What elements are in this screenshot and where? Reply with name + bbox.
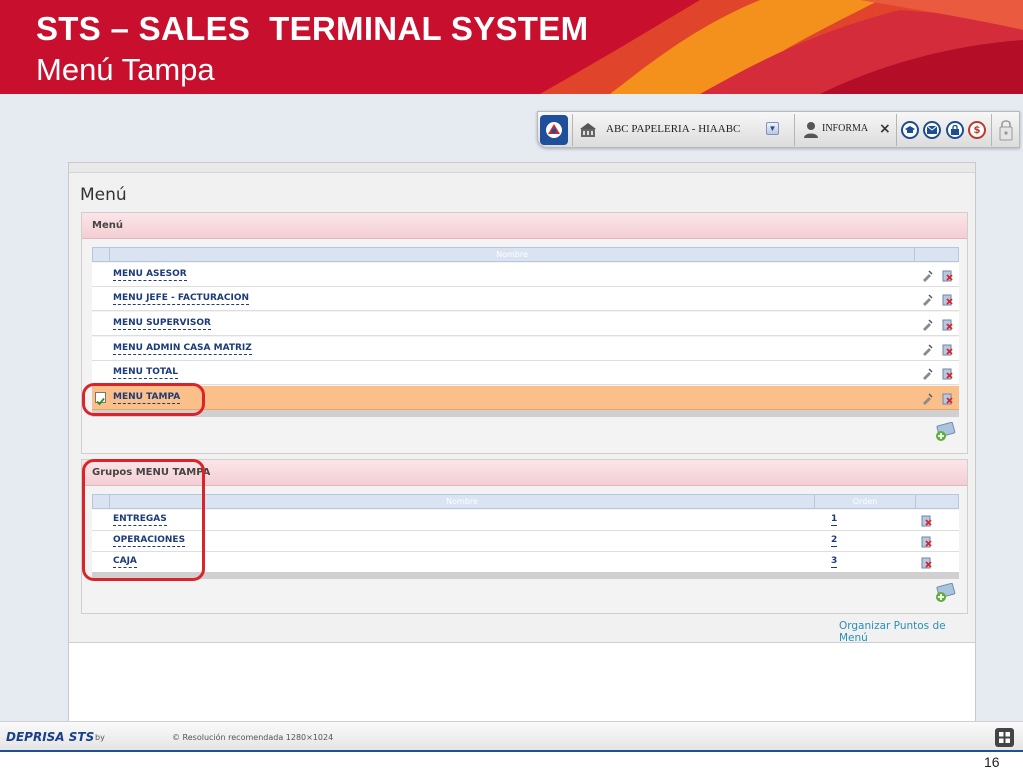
slide-subtitle: Menú Tampa [36,52,215,87]
table-row[interactable]: ENTREGAS 1 [92,510,959,531]
footer-by-text: by [95,733,105,742]
delete-icon[interactable] [941,269,953,282]
edit-icon[interactable] [921,269,933,282]
dollar-icon[interactable]: $ [968,121,986,139]
edit-icon[interactable] [921,392,933,405]
groups-grid-footer [92,572,959,579]
graduation-icon[interactable] [901,121,919,139]
menu-name-link[interactable]: MENU TOTAL [113,367,179,379]
slide-page-number: 16 [984,754,1000,770]
toolbar-divider [794,114,795,146]
menu-grid-header: Nombre [92,247,959,262]
menu-section: Menú Nombre MENU ASESOR MENU JEFE - FACTU… [81,212,968,454]
top-toolbar: ABC PAPELERIA - HIAABC ▼ INFORMA × $ [537,111,1020,148]
delete-icon[interactable] [920,556,932,569]
delete-icon[interactable] [920,535,932,548]
groups-section-header: Grupos MENU TAMPA [82,460,967,486]
table-row[interactable]: MENU ADMIN CASA MATRIZ [92,337,959,361]
delete-icon[interactable] [941,367,953,380]
building-icon [579,122,597,138]
slide-header: STS – SALES TERMINAL SYSTEM Menú Tampa [0,0,1023,94]
table-row[interactable]: MENU JEFE - FACTURACION [92,287,959,311]
table-row[interactable]: CAJA 3 [92,552,959,573]
app-footer: DEPRISA STS by © Resolución recomendada … [0,721,1023,751]
callout-groups [82,459,205,581]
column-divider [914,248,915,261]
group-order-link[interactable]: 3 [831,556,838,568]
delete-icon[interactable] [920,514,932,527]
delete-icon[interactable] [941,318,953,331]
edit-icon[interactable] [921,318,933,331]
add-group-icon[interactable] [934,582,956,603]
edit-icon[interactable] [921,367,933,380]
add-menu-icon[interactable] [934,421,956,442]
groups-grid-header: Nombre Orden [92,494,959,509]
edit-icon[interactable] [921,293,933,306]
company-dropdown-icon[interactable]: ▼ [766,122,779,135]
lock-icon[interactable] [946,121,964,139]
user-name: INFORMA [822,123,869,134]
page-heading: Menú [80,185,127,205]
organize-menu-link[interactable]: Organizar Puntos de Menú [839,620,975,644]
menu-name-link[interactable]: MENU JEFE - FACTURACION [113,293,250,305]
table-row[interactable]: MENU TOTAL [92,361,959,385]
resolution-note: © Resolución recomendada 1280×1024 [172,733,334,742]
slide: STS – SALES TERMINAL SYSTEM Menú Tampa A… [0,0,1023,783]
column-header-nombre[interactable]: Nombre [110,495,814,508]
column-header-orden[interactable]: Orden [815,495,915,508]
menu-name-link[interactable]: MENU SUPERVISOR [113,318,211,330]
group-order-link[interactable]: 1 [831,514,838,526]
delete-icon[interactable] [941,392,953,405]
delete-icon[interactable] [941,343,953,356]
user-icon [803,121,819,138]
company-name: ABC PAPELERIA - HIAABC [606,123,741,135]
page-topbar [69,163,975,173]
close-icon[interactable]: × [879,121,891,137]
mail-icon[interactable] [923,121,941,139]
logout-icon[interactable] [998,119,1014,141]
table-row-selected[interactable]: MENU TAMPA [92,386,959,410]
group-order-link[interactable]: 2 [831,535,838,547]
callout-menu-tampa [82,383,205,416]
table-row[interactable]: MENU SUPERVISOR [92,312,959,336]
table-row[interactable]: MENU ASESOR [92,263,959,287]
slide-title: STS – SALES TERMINAL SYSTEM [36,10,589,47]
deprisa-logo: DEPRISA STS [6,730,95,744]
page-panel: Menú Menú Nombre MENU ASESOR MENU JEFE - … [68,162,976,722]
edit-icon[interactable] [921,343,933,356]
sts-logo-icon[interactable] [540,115,568,145]
menu-section-title: Menú [92,220,123,231]
menu-name-link[interactable]: MENU ASESOR [113,269,187,281]
column-divider [915,495,916,508]
apps-grid-icon[interactable] [995,728,1014,747]
toolbar-divider [991,114,992,146]
footer-accent-line [0,750,1023,752]
menu-grid-footer [92,410,959,417]
groups-section: Grupos MENU TAMPA Nombre Orden ENTREGAS 1… [81,459,968,614]
menu-name-link[interactable]: MENU ADMIN CASA MATRIZ [113,343,252,355]
column-header-nombre[interactable]: Nombre [110,248,914,261]
delete-icon[interactable] [941,293,953,306]
menu-section-header: Menú [82,213,967,239]
table-row[interactable]: OPERACIONES 2 [92,531,959,552]
toolbar-divider [572,114,573,146]
toolbar-divider [896,114,897,146]
